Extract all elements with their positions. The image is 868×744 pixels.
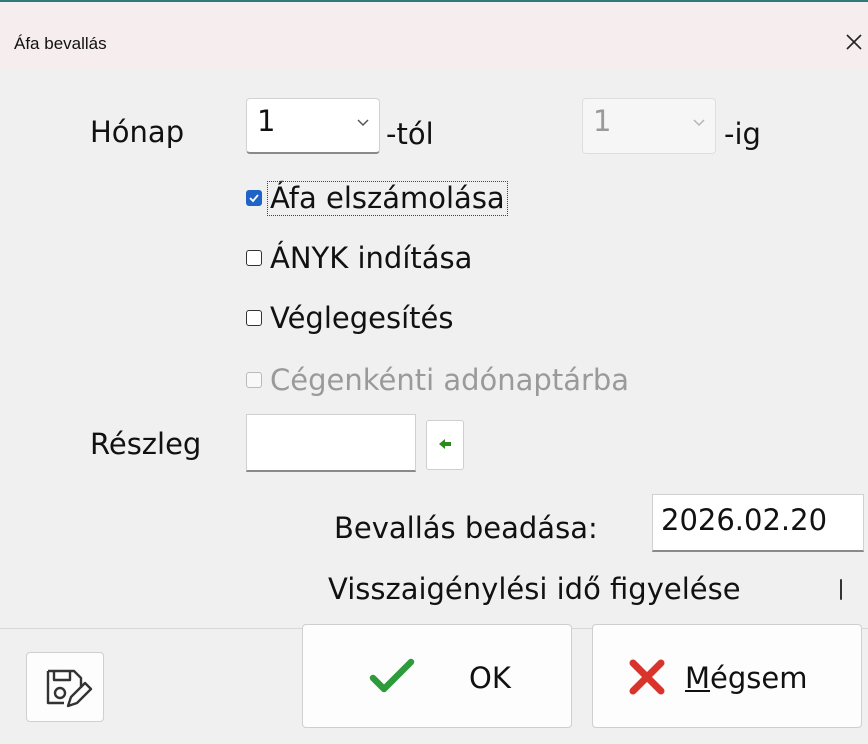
cancel-button[interactable]: Mégsem [592,624,862,728]
checkmark-icon [249,194,259,203]
refund-watch-label: Visszaigénylési idő figyelése [328,572,741,606]
cegenkenti-adonaptarba-label: Cégenkénti adónaptárba [270,362,630,397]
cegenkenti-adonaptarba-checkbox [246,372,262,388]
veglegesites-label: Véglegesítés [270,300,454,335]
month-label: Hónap [90,115,185,149]
title-bar: Áfa bevallás [0,0,868,70]
save-settings-button[interactable] [26,652,104,722]
refund-watch-checkbox[interactable] [840,579,842,600]
cancel-label-rest: égsem [710,661,808,695]
afa-elszamolasa-checkbox[interactable] [246,190,262,206]
chevron-down-icon [693,119,705,127]
cancel-mnemonic: M [685,661,711,695]
from-suffix: -tól [386,117,434,151]
arrow-left-icon [439,439,451,449]
checkmark-icon [369,658,415,693]
chevron-down-icon [357,119,369,127]
submission-date-value: 2026.02.20 [661,503,828,537]
department-label: Részleg [90,427,202,461]
cancel-label: Mégsem [685,664,807,693]
month-to-value: 1 [593,104,612,138]
department-input[interactable] [246,414,416,472]
afa-bevallas-dialog: Áfa bevallás Hónap 1 -tól 1 -ig Áfa elsz… [0,0,868,744]
option-anyk-inditasa[interactable]: ÁNYK indítása [246,238,472,278]
x-icon [629,659,665,695]
to-suffix: -ig [724,117,761,151]
month-from-select[interactable]: 1 [246,98,380,154]
submission-label: Bevallás beadása: [334,511,598,545]
ok-button[interactable]: OK [302,624,572,728]
ok-label: OK [469,661,511,695]
option-cegenkenti-adonaptarba: Cégenkénti adónaptárba [246,360,629,400]
month-from-value: 1 [257,104,276,138]
close-icon[interactable] [840,28,868,56]
submission-date-input[interactable]: 2026.02.20 [652,494,864,552]
option-afa-elszamolasa[interactable]: Áfa elszámolása [246,178,508,218]
anyk-inditasa-label: ÁNYK indítása [270,240,473,275]
month-to-select: 1 [582,98,716,154]
save-edit-icon [46,669,93,708]
afa-elszamolasa-label: Áfa elszámolása [267,180,508,216]
veglegesites-checkbox[interactable] [246,310,262,326]
option-veglegesites[interactable]: Véglegesítés [246,298,453,338]
anyk-inditasa-checkbox[interactable] [246,250,262,266]
window-title: Áfa bevallás [14,34,107,53]
department-picker-button[interactable] [426,420,464,470]
